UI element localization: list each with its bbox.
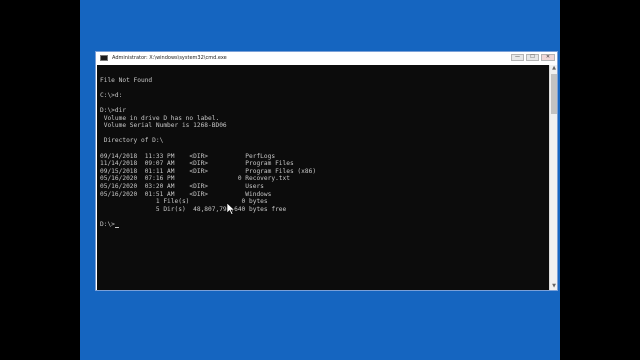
window-controls: — ☐ ✕ — [511, 54, 555, 61]
letterbox-right — [560, 0, 640, 360]
console-line: 05/16/2020 03:20 AM <DIR> Users — [100, 182, 264, 190]
cmd-app-icon[interactable] — [100, 55, 108, 61]
window-titlebar[interactable]: Administrator: X:\windows\system32\cmd.e… — [96, 52, 557, 64]
console-line: C:\>d: — [100, 91, 123, 99]
console-line: 11/14/2018 09:07 AM <DIR> Program Files — [100, 160, 294, 168]
cmd-window[interactable]: Administrator: X:\windows\system32\cmd.e… — [95, 51, 558, 291]
console-line: 09/14/2018 11:33 PM <DIR> PerfLogs — [100, 152, 276, 160]
letterbox-left — [0, 0, 80, 360]
minimize-button[interactable]: — — [511, 54, 524, 61]
mouse-pointer-icon — [227, 203, 235, 215]
console-text: File Not Found C:\>d: D:\>dir Volume in … — [100, 69, 317, 229]
console-line: 09/15/2018 01:11 AM <DIR> Program Files … — [100, 167, 317, 175]
console-line: D:\>dir — [100, 106, 127, 114]
console-line: 05/16/2020 01:51 AM <DIR> Windows — [100, 190, 272, 198]
console-line: D:\> — [100, 220, 115, 228]
console-line: Volume in drive D has no label. — [100, 114, 220, 122]
window-title: Administrator: X:\windows\system32\cmd.e… — [112, 55, 227, 61]
scroll-up-arrow-icon[interactable]: ▲ — [550, 65, 558, 72]
console-line: Directory of D:\ — [100, 137, 164, 145]
text-cursor — [114, 227, 119, 229]
maximize-button[interactable]: ☐ — [526, 54, 539, 61]
console-line: 5 Dir(s) 48,807,792,640 bytes free — [100, 205, 287, 213]
vertical-scrollbar[interactable]: ▲ ▼ — [549, 65, 557, 290]
scroll-down-arrow-icon[interactable]: ▼ — [550, 283, 558, 290]
close-button[interactable]: ✕ — [541, 54, 555, 61]
console-line: 05/16/2020 07:16 PM 0 Recovery.txt — [100, 175, 290, 183]
console-line: Volume Serial Number is 1268-BD06 — [100, 122, 227, 130]
scrollbar-thumb[interactable] — [551, 74, 557, 114]
console-line: 1 File(s) 0 bytes — [100, 198, 268, 206]
console-line: File Not Found — [100, 76, 153, 84]
console-output[interactable]: File Not Found C:\>d: D:\>dir Volume in … — [97, 65, 549, 290]
